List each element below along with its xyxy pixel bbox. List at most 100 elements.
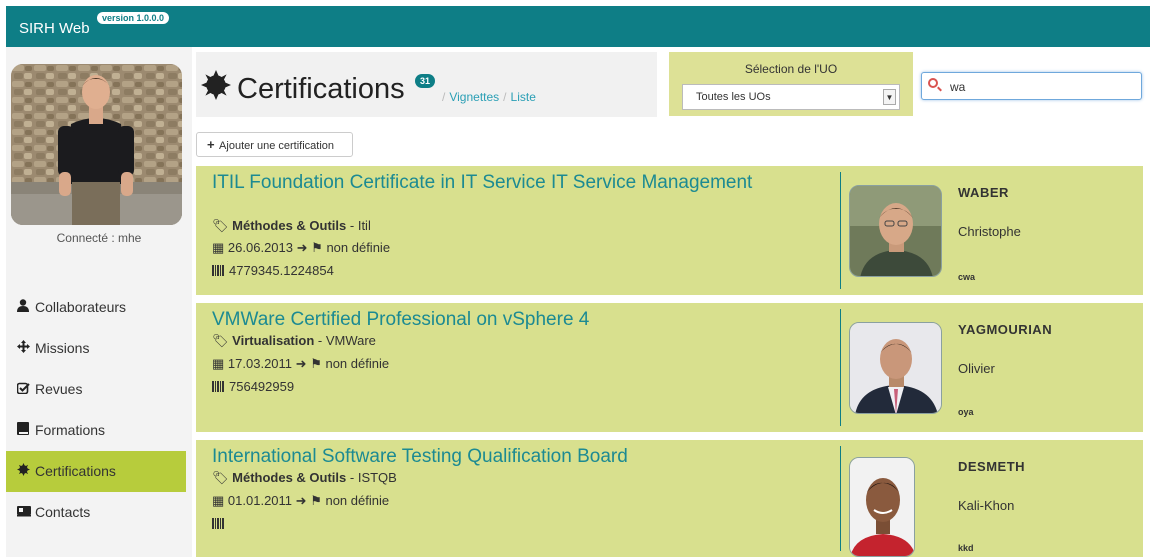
- person-initials: kkd: [958, 543, 974, 553]
- search-value: wa: [950, 80, 966, 94]
- page-header: Certifications 31 /Vignettes / Liste: [196, 52, 657, 117]
- certification-card[interactable]: International Software Testing Qualifica…: [196, 440, 1143, 557]
- certification-number: 4779345.1224854: [229, 263, 334, 278]
- view-vignettes-link[interactable]: Vignettes: [449, 90, 499, 104]
- sidebar-item-revues[interactable]: Revues: [6, 369, 186, 410]
- sidebar-item-label: Formations: [35, 422, 106, 438]
- certification-date: 01.01.2011: [227, 493, 293, 508]
- certification-title[interactable]: VMWare Certified Professional on vSphere…: [212, 309, 812, 330]
- person-firstname: Christophe: [958, 224, 1021, 239]
- tag-icon: 🏷: [212, 218, 229, 233]
- user-icon: [17, 287, 33, 328]
- arrow-right-icon: ➜: [295, 356, 307, 371]
- chevron-down-icon[interactable]: ▼: [883, 89, 896, 105]
- sidebar-item-label: Missions: [35, 340, 90, 356]
- person-firstname: Olivier: [958, 361, 995, 376]
- certification-dates-line: ▦ 17.03.2011 ➜ ⚑ non définie: [212, 356, 389, 372]
- move-icon: [17, 328, 33, 369]
- uo-label: Sélection de l'UO: [744, 62, 838, 76]
- person-lastname[interactable]: WABER: [958, 185, 1009, 200]
- calendar-icon: ▦: [212, 240, 225, 255]
- certification-card[interactable]: VMWare Certified Professional on vSphere…: [196, 303, 1143, 432]
- search-input[interactable]: wa: [921, 72, 1142, 100]
- certification-dates-line: ▦ 26.06.2013 ➜ ⚑ non définie: [212, 240, 390, 256]
- certification-category-line: 🏷 Méthodes & Outils - Itil: [212, 218, 371, 233]
- calendar-icon: ▦: [212, 356, 225, 371]
- uo-selected-value: Toutes les UOs: [696, 91, 771, 103]
- uo-select[interactable]: Toutes les UOs ▼: [682, 84, 900, 110]
- breadcrumb-separator: /: [442, 90, 446, 104]
- certification-subcategory: VMWare: [325, 333, 376, 348]
- person-avatar[interactable]: [849, 322, 942, 414]
- sidebar-item-missions[interactable]: Missions: [6, 328, 186, 369]
- person-firstname: Kali-Khon: [958, 498, 1015, 513]
- book-icon: [17, 410, 33, 451]
- version-badge: version 1.0.0.0: [97, 12, 170, 24]
- certification-card[interactable]: ITIL Foundation Certificate in IT Servic…: [196, 166, 1143, 295]
- search-icon: [928, 78, 938, 88]
- breadcrumb-separator: /: [503, 90, 507, 104]
- certification-subcategory: Itil: [357, 218, 371, 233]
- sidebar-item-label: Revues: [35, 381, 83, 397]
- certification-category-line: 🏷 Virtualisation - VMWare: [212, 333, 376, 348]
- arrow-right-icon: ➜: [295, 493, 307, 508]
- certification-end: non définie: [325, 356, 390, 371]
- certification-category-line: 🏷 Méthodes & Outils - ISTQB: [212, 470, 397, 485]
- flag-icon: ⚑: [310, 356, 322, 371]
- divider: [840, 446, 841, 551]
- certification-date: 17.03.2011: [227, 356, 293, 371]
- barcode-icon: [212, 518, 225, 529]
- certification-end: non définie: [326, 240, 391, 255]
- person-initials: oya: [958, 407, 974, 417]
- certification-date: 26.06.2013: [227, 240, 293, 255]
- certificate-icon: [201, 70, 231, 105]
- person-lastname[interactable]: DESMETH: [958, 459, 1025, 474]
- add-certification-label: Ajouter une certification: [219, 140, 334, 152]
- sidebar-item-certifications[interactable]: Certifications: [6, 451, 186, 492]
- certificate-icon: [17, 451, 33, 492]
- plus-icon: +: [207, 137, 215, 152]
- flag-icon: ⚑: [310, 493, 322, 508]
- view-switch: / Vignettes / Liste: [438, 90, 536, 104]
- person-lastname[interactable]: YAGMOURIAN: [958, 322, 1052, 337]
- person-avatar[interactable]: [849, 185, 942, 277]
- card-icon: [17, 492, 33, 533]
- sidebar-item-collaborateurs[interactable]: Collaborateurs: [6, 287, 186, 328]
- barcode-icon: [212, 381, 225, 392]
- view-liste-link[interactable]: Liste: [511, 90, 536, 104]
- flag-icon: ⚑: [311, 240, 323, 255]
- certification-title[interactable]: International Software Testing Qualifica…: [212, 446, 812, 467]
- certification-end: non définie: [325, 493, 390, 508]
- calendar-icon: ▦: [212, 493, 225, 508]
- person-avatar[interactable]: [849, 457, 915, 557]
- connected-user-label: Connecté : mhe: [56, 231, 142, 245]
- count-badge: 31: [415, 74, 436, 88]
- sidebar-item-formations[interactable]: Formations: [6, 410, 186, 451]
- tag-icon: 🏷: [212, 333, 229, 348]
- page-title: Certifications: [237, 73, 405, 105]
- certification-category: Méthodes & Outils: [232, 218, 347, 233]
- barcode-icon: [212, 265, 225, 276]
- add-certification-button[interactable]: + Ajouter une certification: [196, 132, 353, 157]
- tag-icon: 🏷: [212, 470, 229, 485]
- sidebar-item-contacts[interactable]: Contacts: [6, 492, 186, 533]
- check-icon: [16, 369, 33, 410]
- certification-number: 756492959: [229, 379, 295, 394]
- top-navbar: SIRH Web version 1.0.0.0: [6, 6, 1150, 47]
- certification-subcategory: ISTQB: [357, 470, 397, 485]
- sidebar-item-label: Collaborateurs: [35, 299, 127, 315]
- arrow-right-icon: ➜: [296, 240, 308, 255]
- certification-number-line: 756492959: [212, 379, 294, 394]
- certification-title[interactable]: ITIL Foundation Certificate in IT Servic…: [212, 172, 812, 193]
- divider: [840, 309, 841, 426]
- certification-number-line: 4779345.1224854: [212, 263, 334, 278]
- person-initials: cwa: [958, 272, 976, 282]
- divider: [840, 172, 841, 289]
- certification-number-line: [212, 516, 229, 531]
- sidebar-item-label: Certifications: [35, 463, 116, 479]
- certification-dates-line: ▦ 01.01.2011 ➜ ⚑ non définie: [212, 493, 389, 509]
- app-brand[interactable]: SIRH Web: [19, 20, 90, 37]
- user-avatar: [11, 64, 182, 225]
- sidebar-item-label: Contacts: [35, 504, 91, 520]
- sidebar: Connecté : mhe Collaborateurs Missions R…: [6, 47, 192, 557]
